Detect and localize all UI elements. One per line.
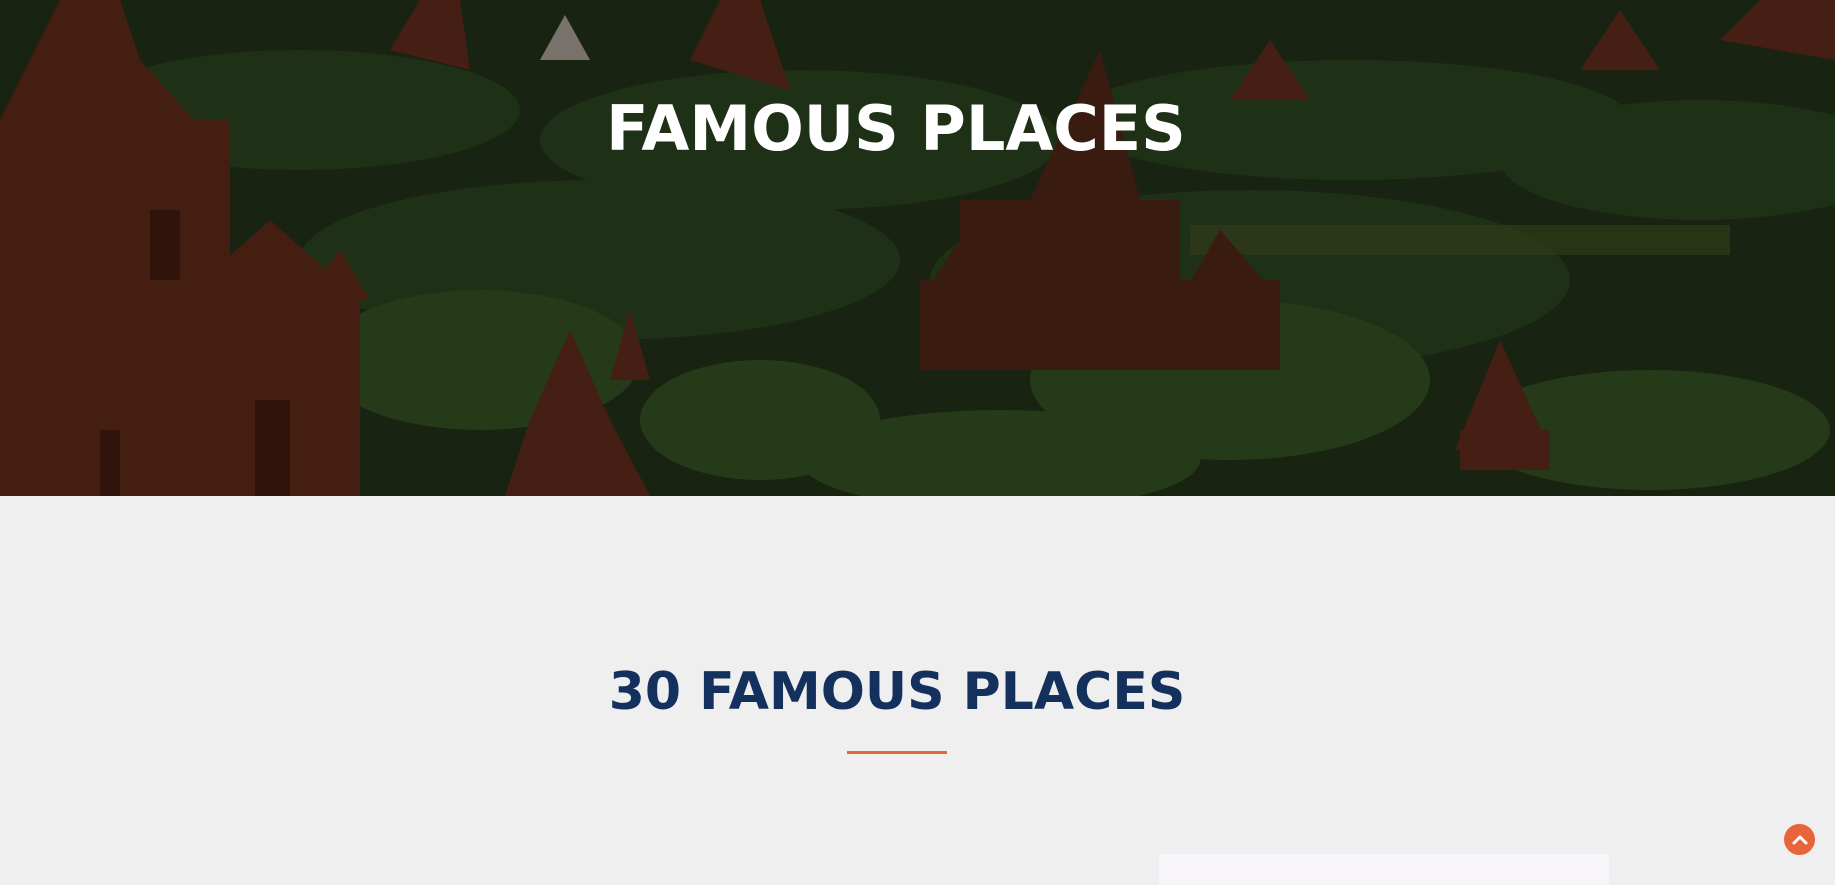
hero-banner: FAMOUS PLACES (0, 0, 1835, 496)
hero-title: FAMOUS PLACES (606, 92, 1186, 165)
scroll-to-top-button[interactable] (1784, 824, 1815, 855)
famous-places-section: 30 FAMOUS PLACES (0, 496, 1835, 885)
place-card[interactable] (1159, 854, 1609, 885)
hero-overlay (0, 0, 1835, 496)
title-underline (847, 751, 947, 754)
chevron-up-icon (1792, 835, 1807, 844)
section-title: 30 FAMOUS PLACES (608, 662, 1186, 722)
